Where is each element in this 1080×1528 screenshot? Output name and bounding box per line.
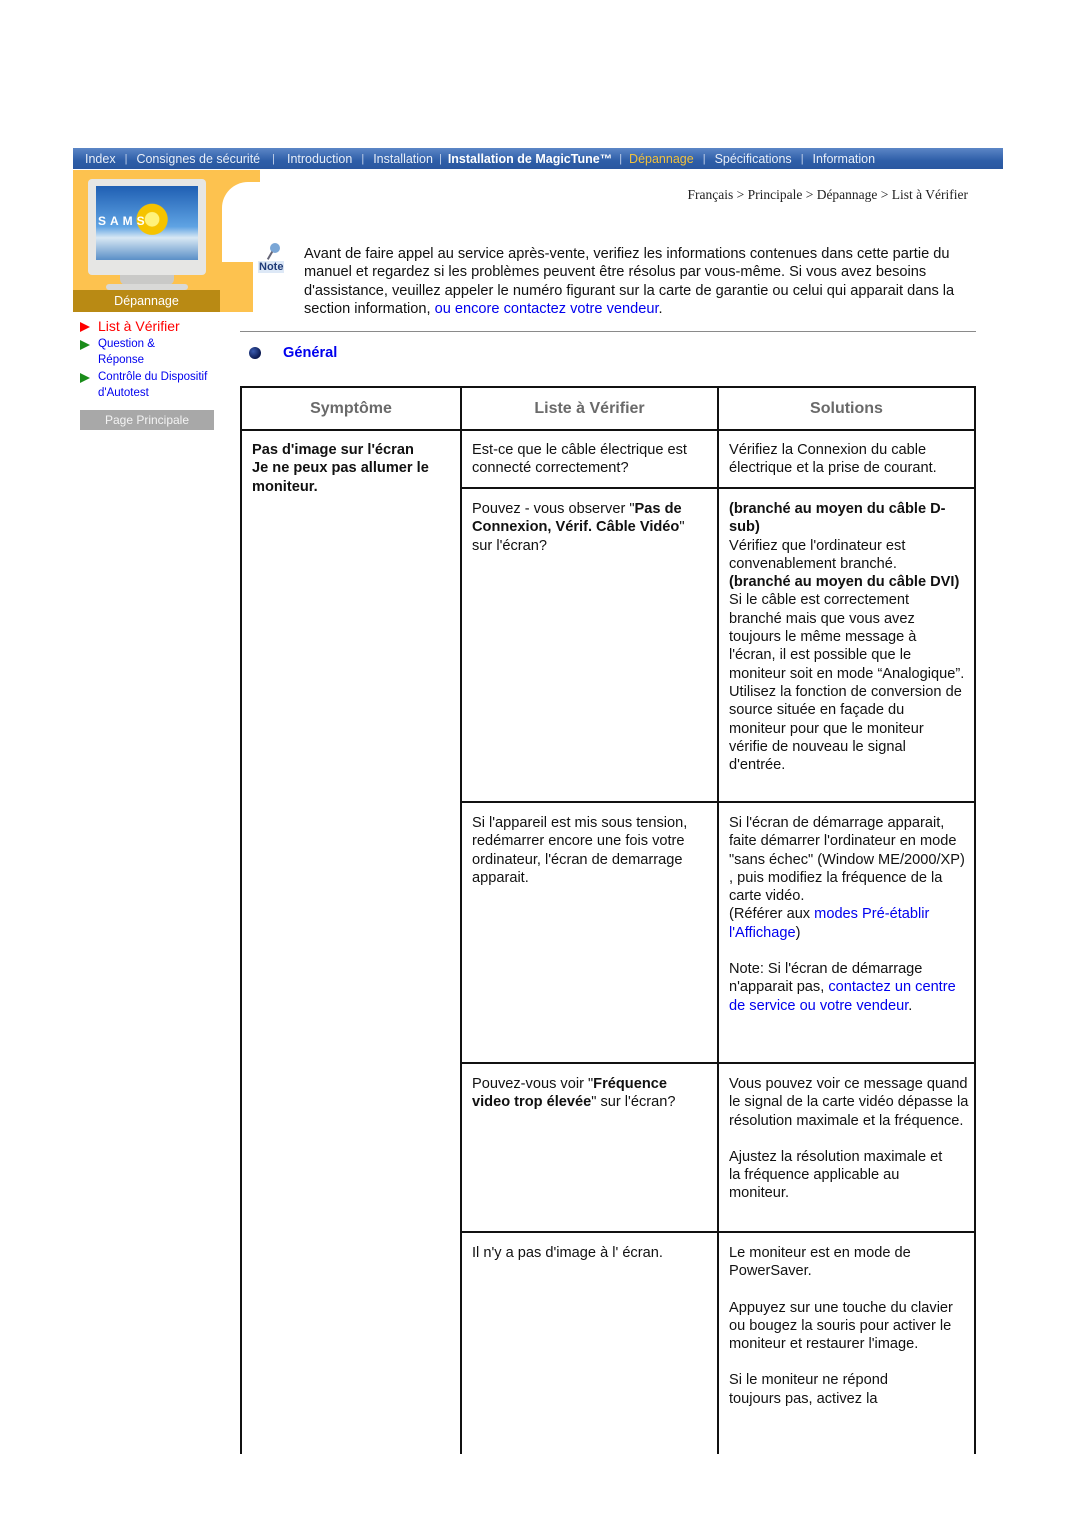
nav-installation-magictune[interactable]: Installation de MagicTune™ xyxy=(448,152,612,166)
check-text: " sur l'écran? xyxy=(591,1094,676,1111)
solution-text: Si le moniteur ne répond toujours pas, a… xyxy=(729,1372,889,1407)
table-border xyxy=(717,386,719,1454)
monitor-image: SAMS xyxy=(88,179,206,275)
table-border xyxy=(974,386,976,1454)
symptom-cell: Pas d'image sur l'écran Je ne peux pas a… xyxy=(252,441,452,496)
solution-cell: Si l'écran de démarrage apparait, faite … xyxy=(729,814,965,1015)
note-icon-label: Note xyxy=(258,261,285,273)
nav-consignes-securite[interactable]: Consignes de sécurité xyxy=(136,152,260,166)
section-header: Général xyxy=(249,345,337,361)
check-text: Pouvez - vous observer " xyxy=(472,501,635,517)
nav-separator: | xyxy=(272,152,275,165)
solution-text: Appuyez sur une touche du clavier ou bou… xyxy=(729,1299,953,1353)
table-border xyxy=(460,1231,976,1233)
bullet-icon xyxy=(249,347,261,359)
sidebar-item-controle-autotest[interactable]: Contrôle du Dispositif d'Autotest xyxy=(80,370,225,401)
note-icon: Note xyxy=(256,243,290,277)
table-border xyxy=(460,487,976,489)
column-header-solutions: Solutions xyxy=(810,399,883,417)
nav-specifications[interactable]: Spécifications xyxy=(715,152,792,166)
column-header-liste: Liste à Vérifier xyxy=(534,399,645,417)
solution-text: Vous pouvez voir ce message quand le sig… xyxy=(729,1076,969,1129)
table-border xyxy=(240,386,242,1454)
solution-text: Si l'écran de démarrage apparait, faite … xyxy=(729,815,965,905)
solution-heading: (branché au moyen du câble D-sub) xyxy=(729,501,946,536)
sidebar-item-list-a-verifier[interactable]: List à Vérifier xyxy=(80,318,225,335)
nav-index[interactable]: Index xyxy=(85,152,116,166)
check-text: Pouvez-vous voir " xyxy=(472,1076,594,1092)
sidebar-item-label: Question & Réponse xyxy=(98,338,155,366)
home-page-button[interactable]: Page Principale xyxy=(80,410,214,430)
solution-text: . xyxy=(908,997,913,1014)
nav-separator: | xyxy=(702,152,706,165)
symptom-line: Pas d'image sur l'écran xyxy=(252,442,414,458)
check-cell: Il n'y a pas d'image à l' écran. xyxy=(472,1245,663,1261)
table-border xyxy=(460,801,976,803)
table-border xyxy=(460,1062,976,1064)
check-cell: Pouvez-vous voir "Fréquence video trop é… xyxy=(472,1075,708,1112)
solution-heading: (branché au moyen du câble DVI) xyxy=(729,574,960,591)
contact-vendor-link[interactable]: ou encore contactez votre vendeur xyxy=(435,301,659,317)
solution-cell: (branché au moyen du câble D-sub) Vérifi… xyxy=(729,500,965,774)
solution-text: Ajustez la résolution maximale et la fré… xyxy=(729,1148,943,1202)
intro-note: Avant de faire appel au service après-ve… xyxy=(304,245,984,318)
intro-end: . xyxy=(658,300,663,317)
triangle-right-icon xyxy=(80,373,90,383)
solution-cell: Vous pouvez voir ce message quand le sig… xyxy=(729,1075,969,1203)
sidebar-item-question-reponse[interactable]: Question & Réponse xyxy=(80,337,225,368)
nav-separator: | xyxy=(438,152,442,165)
column-header-symptome: Symptôme xyxy=(310,399,392,417)
solution-cell: Le moniteur est en mode de PowerSaver. A… xyxy=(729,1244,965,1408)
check-cell: Si l'appareil est mis sous tension, redé… xyxy=(472,815,688,886)
sidebar-menu: List à Vérifier Question & Réponse Contr… xyxy=(80,318,225,403)
pushpin-stem xyxy=(266,251,274,260)
solution-note: Note: Si l'écran de démarrage n'apparait… xyxy=(729,960,965,1015)
nav-introduction[interactable]: Introduction xyxy=(287,152,352,166)
triangle-right-icon xyxy=(80,322,90,332)
sidebar-item-label: List à Vérifier xyxy=(98,318,180,334)
nav-separator: | xyxy=(361,152,365,165)
breadcrumb: Français > Principale > Dépannage > List… xyxy=(687,187,969,202)
solution-text: Si le câble est correctement branché mai… xyxy=(729,592,965,774)
solution-text: (Référer aux xyxy=(729,906,815,923)
check-cell: Pouvez - vous observer "Pas de Connexion… xyxy=(472,500,694,555)
section-title: Général xyxy=(283,345,338,361)
table-border xyxy=(240,429,976,431)
solution-cell: Vérifiez la Connexion du cable électriqu… xyxy=(729,442,937,477)
nav-information[interactable]: Information xyxy=(813,152,876,166)
table-border xyxy=(460,386,462,1454)
divider xyxy=(240,331,976,332)
sidebar-item-label: Contrôle du Dispositif d'Autotest xyxy=(98,371,208,399)
nav-separator: | xyxy=(800,152,804,165)
nav-depannage[interactable]: Dépannage xyxy=(629,152,694,166)
nav-separator: | xyxy=(619,152,623,165)
solution-reference: (Référer aux modes Pré-établir l'Afficha… xyxy=(729,905,965,942)
triangle-right-icon xyxy=(80,340,90,350)
solution-text: Le moniteur est en mode de PowerSaver. xyxy=(729,1245,911,1280)
solution-text: ) xyxy=(795,924,801,941)
monitor-brand: SAMS xyxy=(98,214,149,228)
sidebar-section-label: Dépannage xyxy=(73,290,220,312)
symptom-line: Je ne peux pas allumer le moniteur. xyxy=(252,460,429,495)
nav-separator: | xyxy=(124,152,128,165)
nav-installation[interactable]: Installation xyxy=(373,152,433,166)
top-nav-bar: Index | Consignes de sécurité | Introduc… xyxy=(73,148,1003,169)
check-cell: Est-ce que le câble électrique est conne… xyxy=(472,442,687,477)
solution-text: Vérifiez que l'ordinateur est convenable… xyxy=(729,537,906,572)
